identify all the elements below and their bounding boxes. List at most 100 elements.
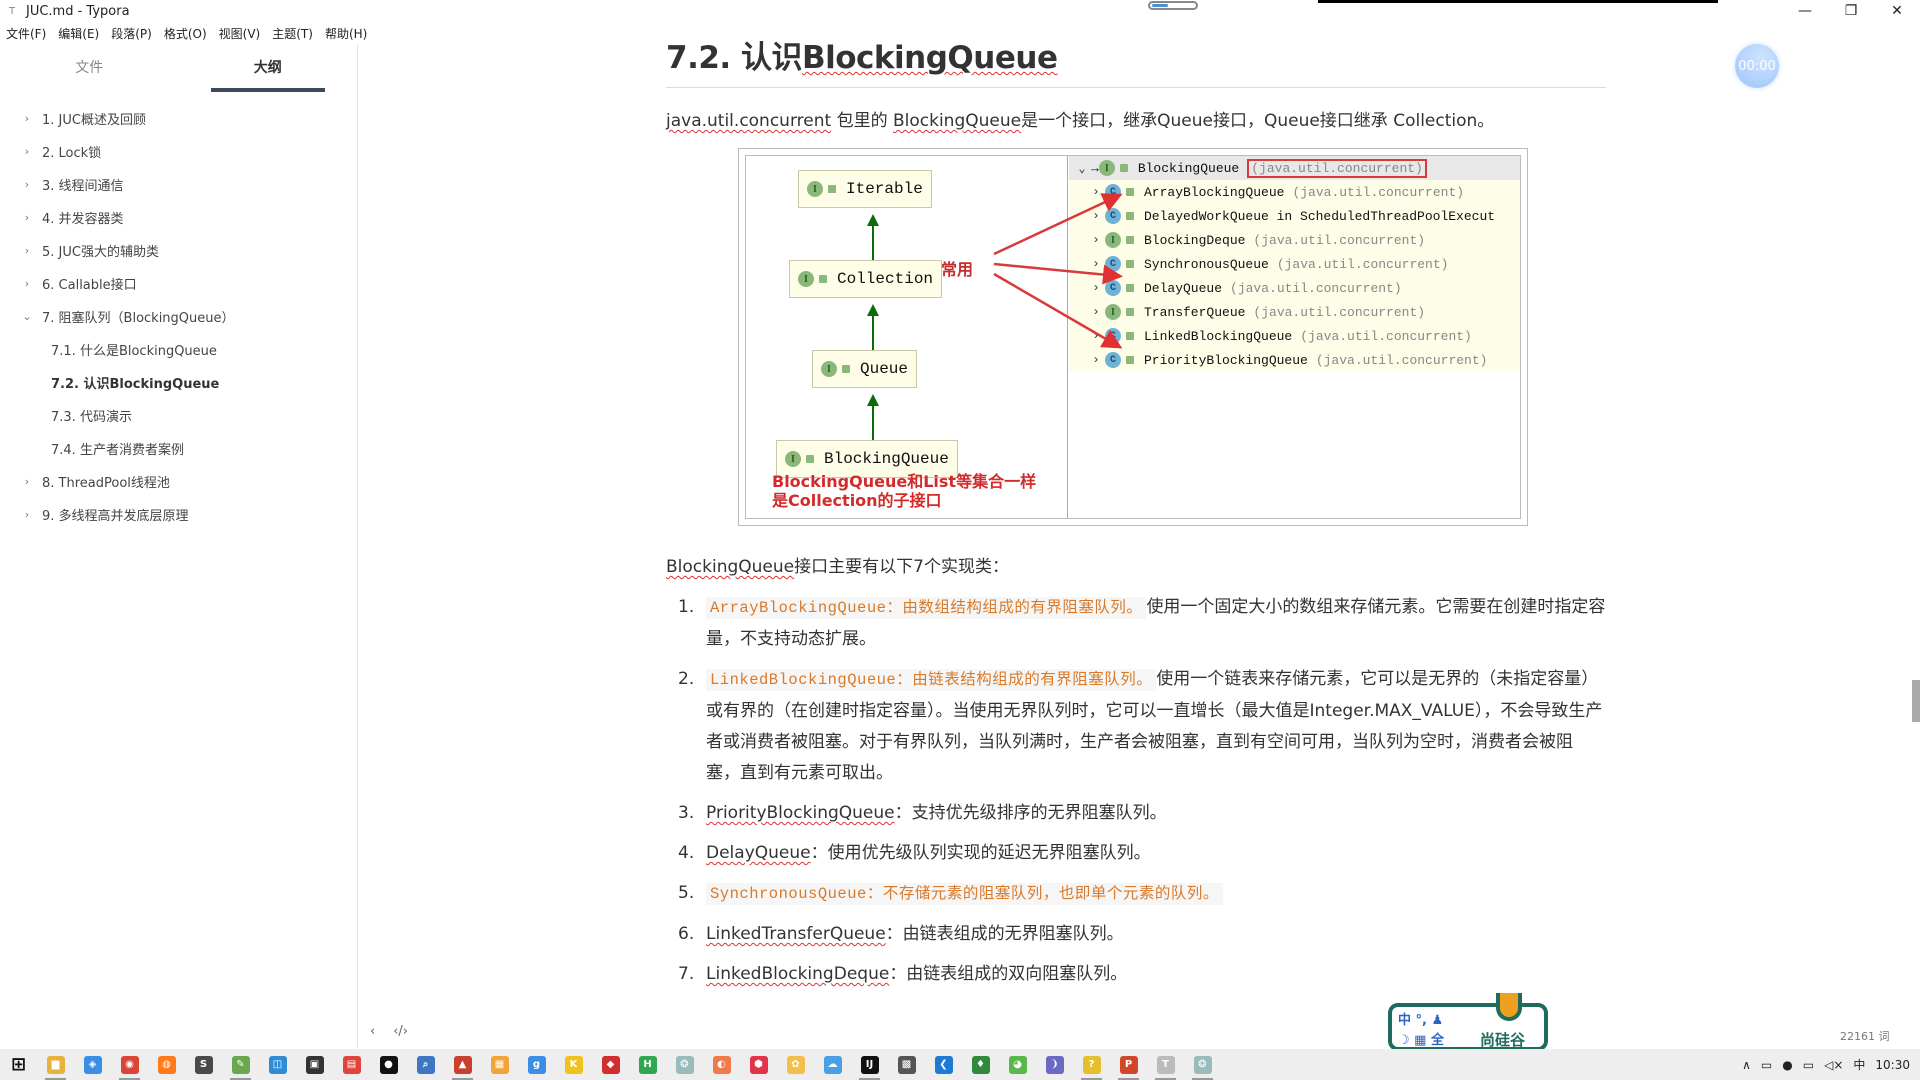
menu-theme[interactable]: 主题(T) — [272, 25, 313, 42]
vmware-button[interactable]: ◫ — [259, 1049, 296, 1080]
outline-item[interactable]: › 8. ThreadPool线程池 — [0, 465, 357, 498]
battery-icon[interactable]: ▭ — [1761, 1058, 1772, 1072]
terminal-button[interactable]: ▣ — [296, 1049, 333, 1080]
tree-row[interactable]: › C SynchronousQueue (java.util.concurrent) — [1069, 252, 1520, 276]
red-app-button[interactable]: ⬢ — [740, 1049, 777, 1080]
intellij-button[interactable]: IJ — [851, 1049, 888, 1080]
chevron-down-icon[interactable]: ⌄ — [20, 310, 34, 323]
source-mode-icon[interactable]: ‹/› — [393, 1024, 408, 1039]
tree-row[interactable]: › C DelayQueue (java.util.concurrent) — [1069, 276, 1520, 300]
typora-button[interactable]: T — [1147, 1049, 1184, 1080]
menu-view[interactable]: 视图(V) — [219, 25, 261, 42]
yellow-app-button[interactable]: ✿ — [777, 1049, 814, 1080]
class-badge-icon: C — [1105, 352, 1121, 368]
remote-desktop-button[interactable]: ▩ — [888, 1049, 925, 1080]
outline-item[interactable]: 7.2. 认识BlockingQueue — [0, 366, 357, 399]
youdao-button[interactable]: g — [518, 1049, 555, 1080]
chevron-right-icon[interactable]: › — [20, 145, 34, 158]
loader-button[interactable]: ❂ — [1184, 1049, 1221, 1080]
redis-button[interactable]: ◆ — [592, 1049, 629, 1080]
chevron-right-icon[interactable]: › — [20, 112, 34, 125]
tree-root-row[interactable]: ⌄ → I BlockingQueue (java.util.concurrent) — [1069, 156, 1520, 180]
windows-start-button[interactable]: ⊞ — [0, 1049, 37, 1080]
tree-row[interactable]: › C PriorityBlockingQueue (java.util.concur… — [1069, 348, 1520, 372]
minimize-button[interactable]: — — [1782, 0, 1828, 22]
network-button[interactable]: ❂ — [666, 1049, 703, 1080]
scrollbar-thumb[interactable] — [1912, 680, 1920, 722]
tree-row[interactable]: › C DelayedWorkQueue in ScheduledThreadPoo… — [1069, 204, 1520, 228]
display-icon[interactable]: ▭ — [1803, 1058, 1814, 1072]
ime-indicator[interactable]: 中 — [1853, 1056, 1865, 1073]
outline-item[interactable]: › 2. Lock锁 — [0, 135, 357, 168]
pdf-button[interactable]: ▤ — [333, 1049, 370, 1080]
menu-format[interactable]: 格式(O) — [164, 25, 207, 42]
baidu-netdisk-button[interactable]: ◈ — [74, 1049, 111, 1080]
interface-badge-icon: I — [1105, 304, 1121, 320]
chevron-right-icon[interactable]: › — [20, 244, 34, 257]
tree-row[interactable]: › I TransferQueue (java.util.concurrent) — [1069, 300, 1520, 324]
mysql-button[interactable]: ❩ — [1036, 1049, 1073, 1080]
chevron-right-icon[interactable]: › — [1087, 257, 1105, 271]
chevron-right-icon[interactable]: › — [20, 277, 34, 290]
chevron-right-icon[interactable]: › — [20, 475, 34, 488]
chrome-button[interactable]: ◉ — [111, 1049, 148, 1080]
search-tool-button[interactable]: ⌕ — [407, 1049, 444, 1080]
chevron-right-icon[interactable]: › — [20, 211, 34, 224]
vscode-button[interactable]: ❮ — [925, 1049, 962, 1080]
mic-icon[interactable]: ● — [1782, 1058, 1792, 1072]
k-app-button[interactable]: K — [555, 1049, 592, 1080]
qq-button[interactable]: ● — [370, 1049, 407, 1080]
menu-edit[interactable]: 编辑(E) — [58, 25, 99, 42]
volume-icon[interactable]: ◁× — [1824, 1058, 1843, 1072]
outline-item[interactable]: 7.4. 生产者消费者案例 — [0, 432, 357, 465]
outline-item[interactable]: ⌄ 7. 阻塞队列（BlockingQueue） — [0, 300, 357, 333]
outline-item[interactable]: › 5. JUC强大的辅助类 — [0, 234, 357, 267]
mongodb-button[interactable]: ♦ — [962, 1049, 999, 1080]
outline-item[interactable]: 7.1. 什么是BlockingQueue — [0, 333, 357, 366]
menu-file[interactable]: 文件(F) — [6, 25, 46, 42]
weather-button[interactable]: ☁ — [814, 1049, 851, 1080]
outline-item[interactable]: 7.3. 代码演示 — [0, 399, 357, 432]
timer-widget[interactable]: 00:00 — [1735, 44, 1779, 88]
tree-row[interactable]: › I BlockingDeque (java.util.concurrent) — [1069, 228, 1520, 252]
chevron-right-icon[interactable]: › — [1087, 209, 1105, 223]
chevron-right-icon[interactable]: › — [20, 178, 34, 191]
sublime-button[interactable]: S — [185, 1049, 222, 1080]
file-explorer-button[interactable]: ▆ — [37, 1049, 74, 1080]
lock-icon — [1126, 212, 1134, 220]
tab-files[interactable]: 文件 — [0, 44, 179, 92]
outline-item[interactable]: › 6. Callable接口 — [0, 267, 357, 300]
restore-button[interactable]: ❐ — [1828, 0, 1874, 22]
outline-item[interactable]: › 4. 并发容器类 — [0, 201, 357, 234]
clock[interactable]: 10:30 — [1875, 1058, 1910, 1072]
firefox-button[interactable]: ◍ — [148, 1049, 185, 1080]
notepad-button[interactable]: ✎ — [222, 1049, 259, 1080]
chevron-right-icon[interactable]: › — [20, 508, 34, 521]
chevron-right-icon[interactable]: › — [1087, 353, 1105, 367]
tray-chevron-icon[interactable]: ∧ — [1742, 1058, 1751, 1072]
word-count[interactable]: 22161 词 — [1840, 1028, 1890, 1044]
chevron-down-icon[interactable]: ⌄ — [1073, 161, 1091, 176]
tab-outline[interactable]: 大纲 — [179, 44, 358, 92]
powerpoint-button[interactable]: P — [1110, 1049, 1147, 1080]
outline-item[interactable]: › 1. JUC概述及回顾 — [0, 102, 357, 135]
wechat-button[interactable]: ◕ — [999, 1049, 1036, 1080]
chevron-right-icon[interactable]: › — [1087, 329, 1105, 343]
outline-item[interactable]: › 9. 多线程高并发底层原理 — [0, 498, 357, 531]
ime-toolbar[interactable]: 中 °, ♟ ☽ ▦ 全 尚硅谷 — [1388, 993, 1548, 1051]
help-doc-button[interactable]: ? — [1073, 1049, 1110, 1080]
xmind-button[interactable]: ▲ — [444, 1049, 481, 1080]
hbuilder-button[interactable]: H — [629, 1049, 666, 1080]
app-grid-button[interactable]: ▦ — [481, 1049, 518, 1080]
recorder-button[interactable]: ◐ — [703, 1049, 740, 1080]
toggle-sidebar-icon[interactable]: ‹ — [370, 1024, 375, 1039]
chevron-right-icon[interactable]: › — [1087, 233, 1105, 247]
chevron-right-icon[interactable]: › — [1087, 281, 1105, 295]
close-button[interactable]: ✕ — [1874, 0, 1920, 22]
tree-row[interactable]: › C ArrayBlockingQueue (java.util.concurren… — [1069, 180, 1520, 204]
chevron-right-icon[interactable]: › — [1087, 305, 1105, 319]
chevron-right-icon[interactable]: › — [1087, 185, 1105, 199]
menu-paragraph[interactable]: 段落(P) — [111, 25, 152, 42]
outline-item[interactable]: › 3. 线程间通信 — [0, 168, 357, 201]
tree-row[interactable]: › C LinkedBlockingQueue (java.util.concurre… — [1069, 324, 1520, 348]
